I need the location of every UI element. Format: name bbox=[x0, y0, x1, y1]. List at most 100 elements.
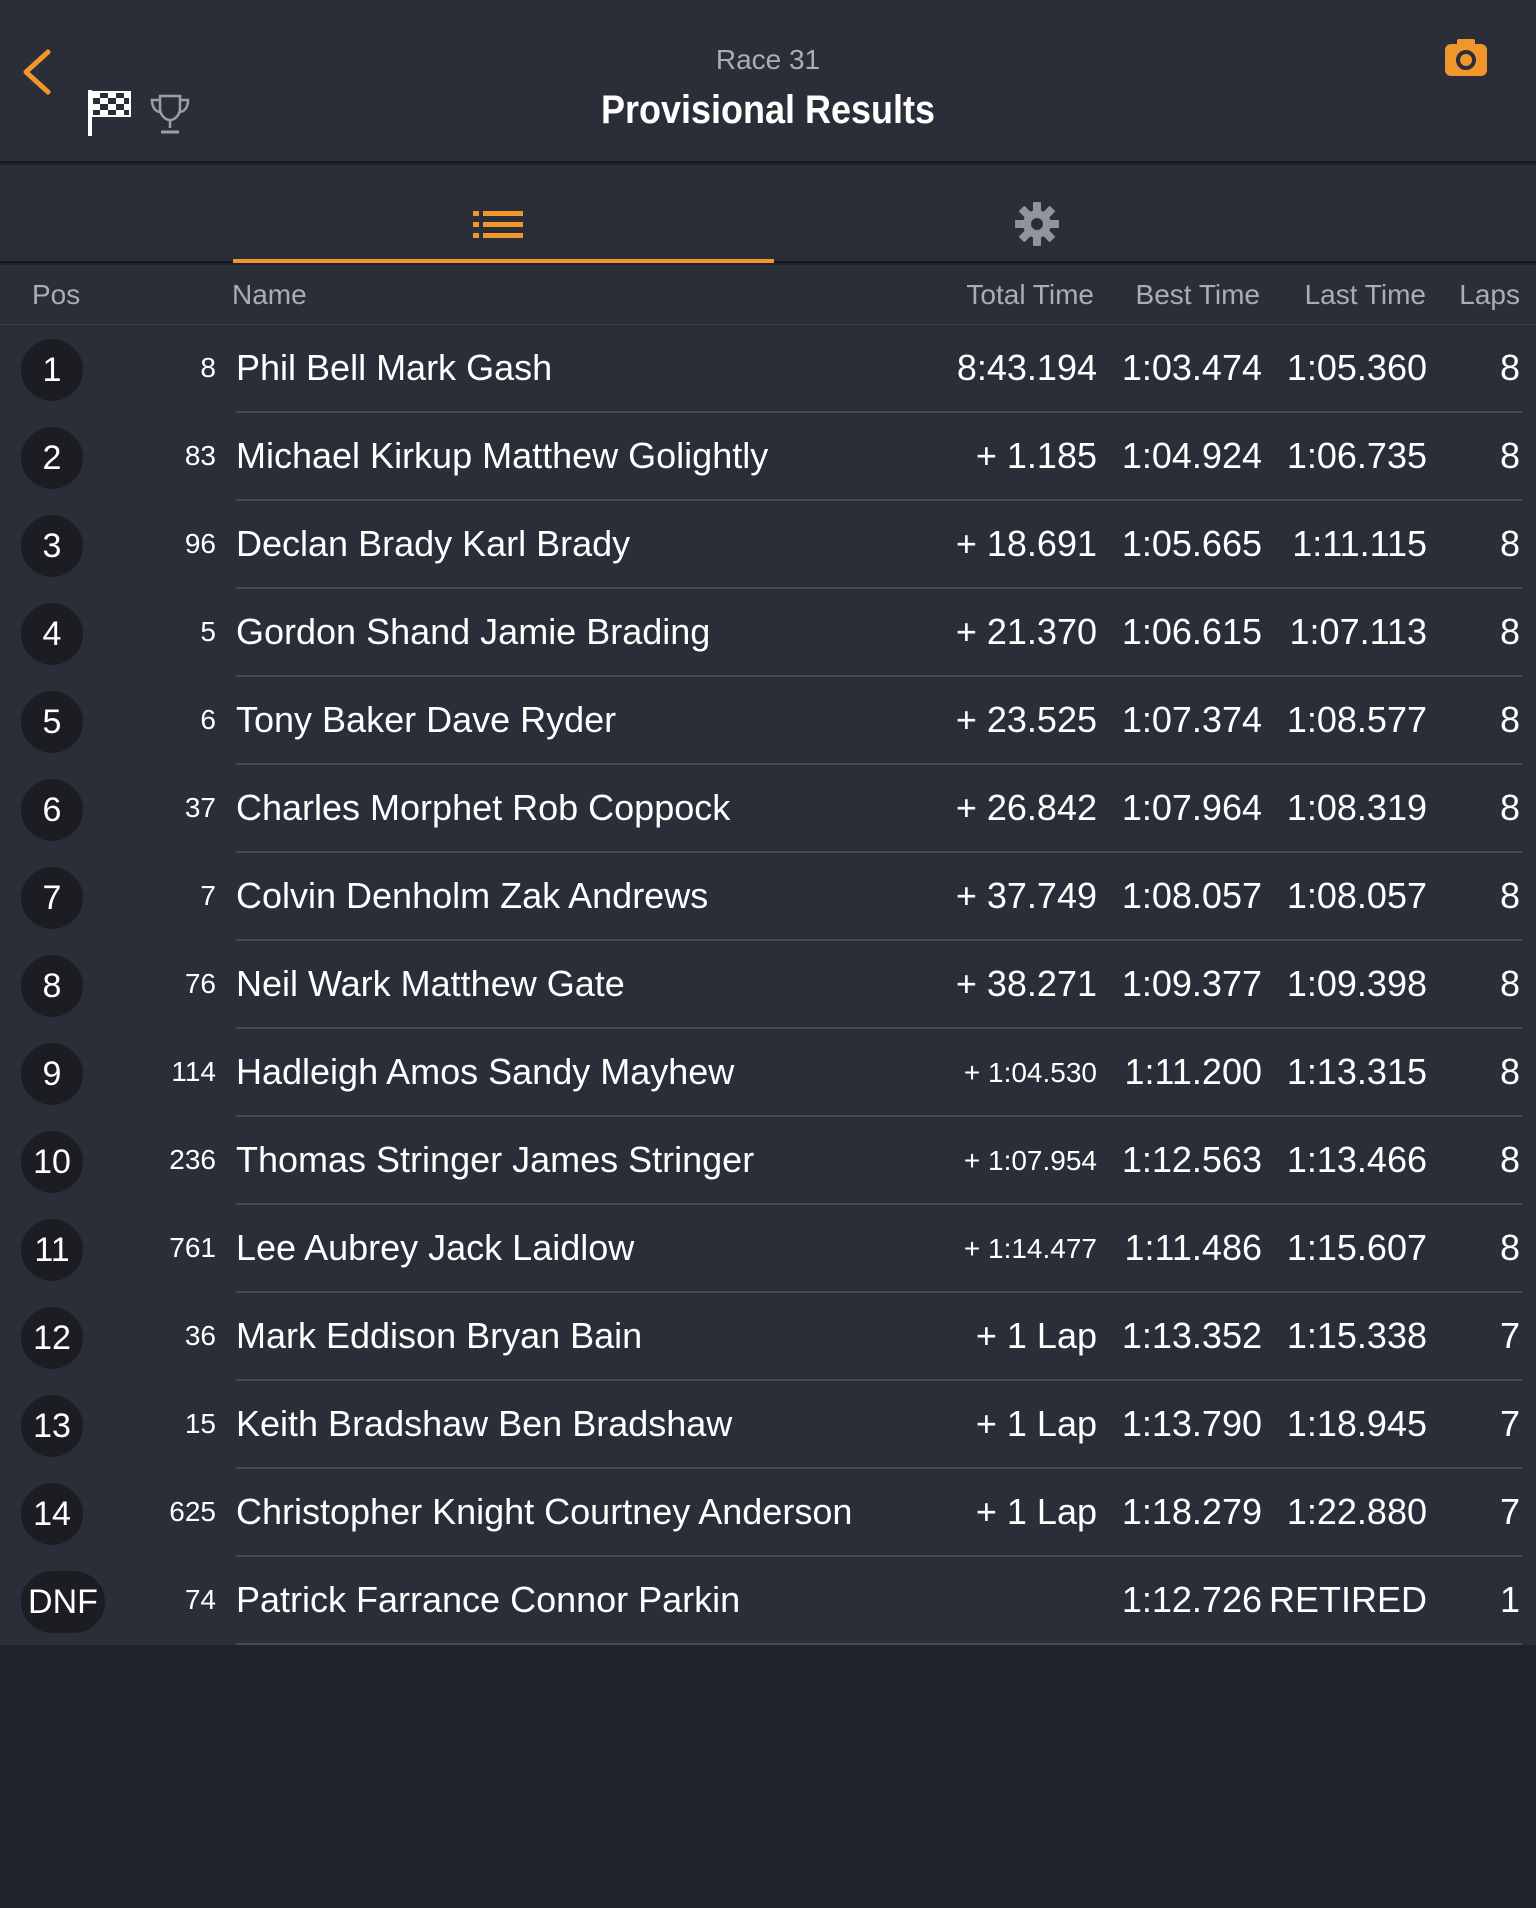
position-badge: 11 bbox=[21, 1219, 83, 1281]
car-number: 6 bbox=[200, 704, 216, 735]
column-header-total-time[interactable]: Total Time bbox=[966, 279, 1094, 311]
driver-names: Neil Wark Matthew Gate bbox=[236, 963, 625, 1004]
car-number: 36 bbox=[184, 1320, 216, 1351]
total-time: + 26.842 bbox=[955, 787, 1097, 828]
driver-names: Thomas Stringer James Stringer bbox=[236, 1139, 755, 1180]
table-row[interactable]: 12 36 Mark Eddison Bryan Bain + 1 Lap 1:13.3… bbox=[0, 1293, 1536, 1381]
laps-count: 8 bbox=[1499, 963, 1520, 1004]
table-row[interactable]: 10 236 Thomas Stringer James Stringer + 1:0… bbox=[0, 1117, 1536, 1205]
total-time: + 1:14.477 bbox=[963, 1233, 1097, 1264]
laps-count: 8 bbox=[1499, 1139, 1520, 1180]
driver-names: Michael Kirkup Matthew Golightly bbox=[236, 435, 769, 476]
table-row[interactable]: 2 83 Michael Kirkup Matthew Golightly + 1.1… bbox=[0, 413, 1536, 501]
column-header-best-time[interactable]: Best Time bbox=[1136, 279, 1260, 311]
position-badge: 2 bbox=[21, 427, 83, 489]
last-time: 1:08.057 bbox=[1286, 875, 1427, 916]
table-row[interactable]: 8 76 Neil Wark Matthew Gate + 38.271 1:09.37… bbox=[0, 941, 1536, 1029]
column-header-laps[interactable]: Laps bbox=[1459, 279, 1520, 311]
header-bar: Race 31 Provisional Results bbox=[0, 0, 1536, 163]
table-row[interactable]: 13 15 Keith Bradshaw Ben Bradshaw + 1 Lap 1:… bbox=[0, 1381, 1536, 1469]
position-badge: 8 bbox=[21, 955, 83, 1017]
table-row[interactable]: DNF 74 Patrick Farrance Connor Parkin 1:12.… bbox=[0, 1557, 1536, 1645]
car-number: 7 bbox=[200, 880, 216, 911]
last-time: 1:11.115 bbox=[1292, 523, 1427, 564]
total-time: + 1 Lap bbox=[975, 1315, 1097, 1356]
position-badge: 4 bbox=[21, 603, 83, 665]
table-row[interactable]: 11 761 Lee Aubrey Jack Laidlow + 1:14.477 1:… bbox=[0, 1205, 1536, 1293]
laps-count: 8 bbox=[1499, 875, 1520, 916]
laps-count: 8 bbox=[1499, 523, 1520, 564]
last-time: 1:07.113 bbox=[1289, 611, 1427, 652]
tab-results-list[interactable] bbox=[233, 165, 774, 263]
position-badge: 13 bbox=[21, 1395, 83, 1457]
table-row[interactable]: 7 7 Colvin Denholm Zak Andrews + 37.749 1:08… bbox=[0, 853, 1536, 941]
last-time: 1:22.880 bbox=[1286, 1491, 1427, 1532]
driver-names: Lee Aubrey Jack Laidlow bbox=[236, 1227, 635, 1268]
position-badge: 1 bbox=[21, 339, 83, 401]
driver-names: Patrick Farrance Connor Parkin bbox=[236, 1579, 741, 1620]
total-time: + 1:07.954 bbox=[963, 1145, 1097, 1176]
last-time: 1:18.945 bbox=[1286, 1403, 1427, 1444]
best-time: 1:05.665 bbox=[1121, 523, 1262, 564]
best-time: 1:12.726 bbox=[1121, 1579, 1262, 1620]
car-number: 625 bbox=[169, 1496, 216, 1527]
last-time: 1:08.577 bbox=[1286, 699, 1427, 740]
table-row[interactable]: 9 114 Hadleigh Amos Sandy Mayhew + 1:04.530… bbox=[0, 1029, 1536, 1117]
position-badge: 6 bbox=[21, 779, 83, 841]
gear-icon bbox=[1015, 202, 1059, 246]
driver-names: Hadleigh Amos Sandy Mayhew bbox=[236, 1051, 735, 1092]
tab-settings[interactable] bbox=[774, 165, 1315, 263]
last-time: 1:05.360 bbox=[1286, 347, 1427, 388]
car-number: 761 bbox=[169, 1232, 216, 1263]
best-time: 1:13.790 bbox=[1121, 1403, 1262, 1444]
position-badge: 7 bbox=[21, 867, 83, 929]
table-row[interactable]: 1 8 Phil Bell Mark Gash 8:43.194 1:03.474 1:0… bbox=[0, 325, 1536, 413]
driver-names: Phil Bell Mark Gash bbox=[236, 347, 553, 388]
last-time: RETIRED bbox=[1268, 1579, 1427, 1620]
car-number: 15 bbox=[184, 1408, 216, 1439]
car-number: 114 bbox=[171, 1056, 216, 1087]
car-number: 76 bbox=[184, 968, 216, 999]
laps-count: 1 bbox=[1499, 1579, 1520, 1620]
driver-names: Christopher Knight Courtney Anderson bbox=[236, 1491, 853, 1532]
column-header-last-time[interactable]: Last Time bbox=[1305, 279, 1426, 311]
list-icon bbox=[473, 211, 523, 238]
table-row[interactable]: 4 5 Gordon Shand Jamie Brading + 21.370 1:06… bbox=[0, 589, 1536, 677]
column-header-name[interactable]: Name bbox=[232, 279, 307, 311]
best-time: 1:03.474 bbox=[1121, 347, 1262, 388]
position-badge: 3 bbox=[21, 515, 83, 577]
race-label: Race 31 bbox=[715, 44, 821, 75]
best-time: 1:08.057 bbox=[1121, 875, 1262, 916]
driver-names: Mark Eddison Bryan Bain bbox=[236, 1315, 643, 1356]
table-row[interactable]: 6 37 Charles Morphet Rob Coppock + 26.842 1:… bbox=[0, 765, 1536, 853]
car-number: 8 bbox=[200, 352, 216, 383]
total-time: + 1 Lap bbox=[975, 1403, 1097, 1444]
table-row[interactable]: 3 96 Declan Brady Karl Brady + 18.691 1:05.6… bbox=[0, 501, 1536, 589]
total-time: + 23.525 bbox=[955, 699, 1097, 740]
column-header-pos[interactable]: Pos bbox=[32, 279, 80, 311]
driver-names: Keith Bradshaw Ben Bradshaw bbox=[236, 1403, 733, 1444]
best-time: 1:18.279 bbox=[1121, 1491, 1262, 1532]
position-badge: 14 bbox=[21, 1483, 83, 1545]
total-time: + 18.691 bbox=[955, 523, 1097, 564]
table-row[interactable]: 14 625 Christopher Knight Courtney Anderso… bbox=[0, 1469, 1536, 1557]
driver-names: Colvin Denholm Zak Andrews bbox=[236, 875, 709, 916]
position-badge: 5 bbox=[21, 691, 83, 753]
total-time: + 38.271 bbox=[955, 963, 1097, 1004]
camera-icon[interactable] bbox=[1443, 38, 1489, 78]
table-row[interactable]: 5 6 Tony Baker Dave Ryder + 23.525 1:07.374 1… bbox=[0, 677, 1536, 765]
best-time: 1:13.352 bbox=[1121, 1315, 1262, 1356]
laps-count: 8 bbox=[1499, 1227, 1520, 1268]
last-time: 1:13.466 bbox=[1286, 1139, 1427, 1180]
best-time: 1:09.377 bbox=[1121, 963, 1262, 1004]
column-headers: Pos Name Total Time Best Time Last Time … bbox=[0, 265, 1536, 325]
results-table: 1 8 Phil Bell Mark Gash 8:43.194 1:03.474 1:0… bbox=[0, 325, 1536, 1645]
total-time: + 37.749 bbox=[955, 875, 1097, 916]
total-time: 8:43.194 bbox=[956, 347, 1097, 388]
best-time: 1:04.924 bbox=[1121, 435, 1262, 476]
position-badge: 10 bbox=[21, 1131, 83, 1193]
empty-area bbox=[0, 1645, 1536, 1908]
best-time: 1:07.964 bbox=[1121, 787, 1262, 828]
last-time: 1:09.398 bbox=[1286, 963, 1427, 1004]
car-number: 74 bbox=[184, 1584, 216, 1615]
